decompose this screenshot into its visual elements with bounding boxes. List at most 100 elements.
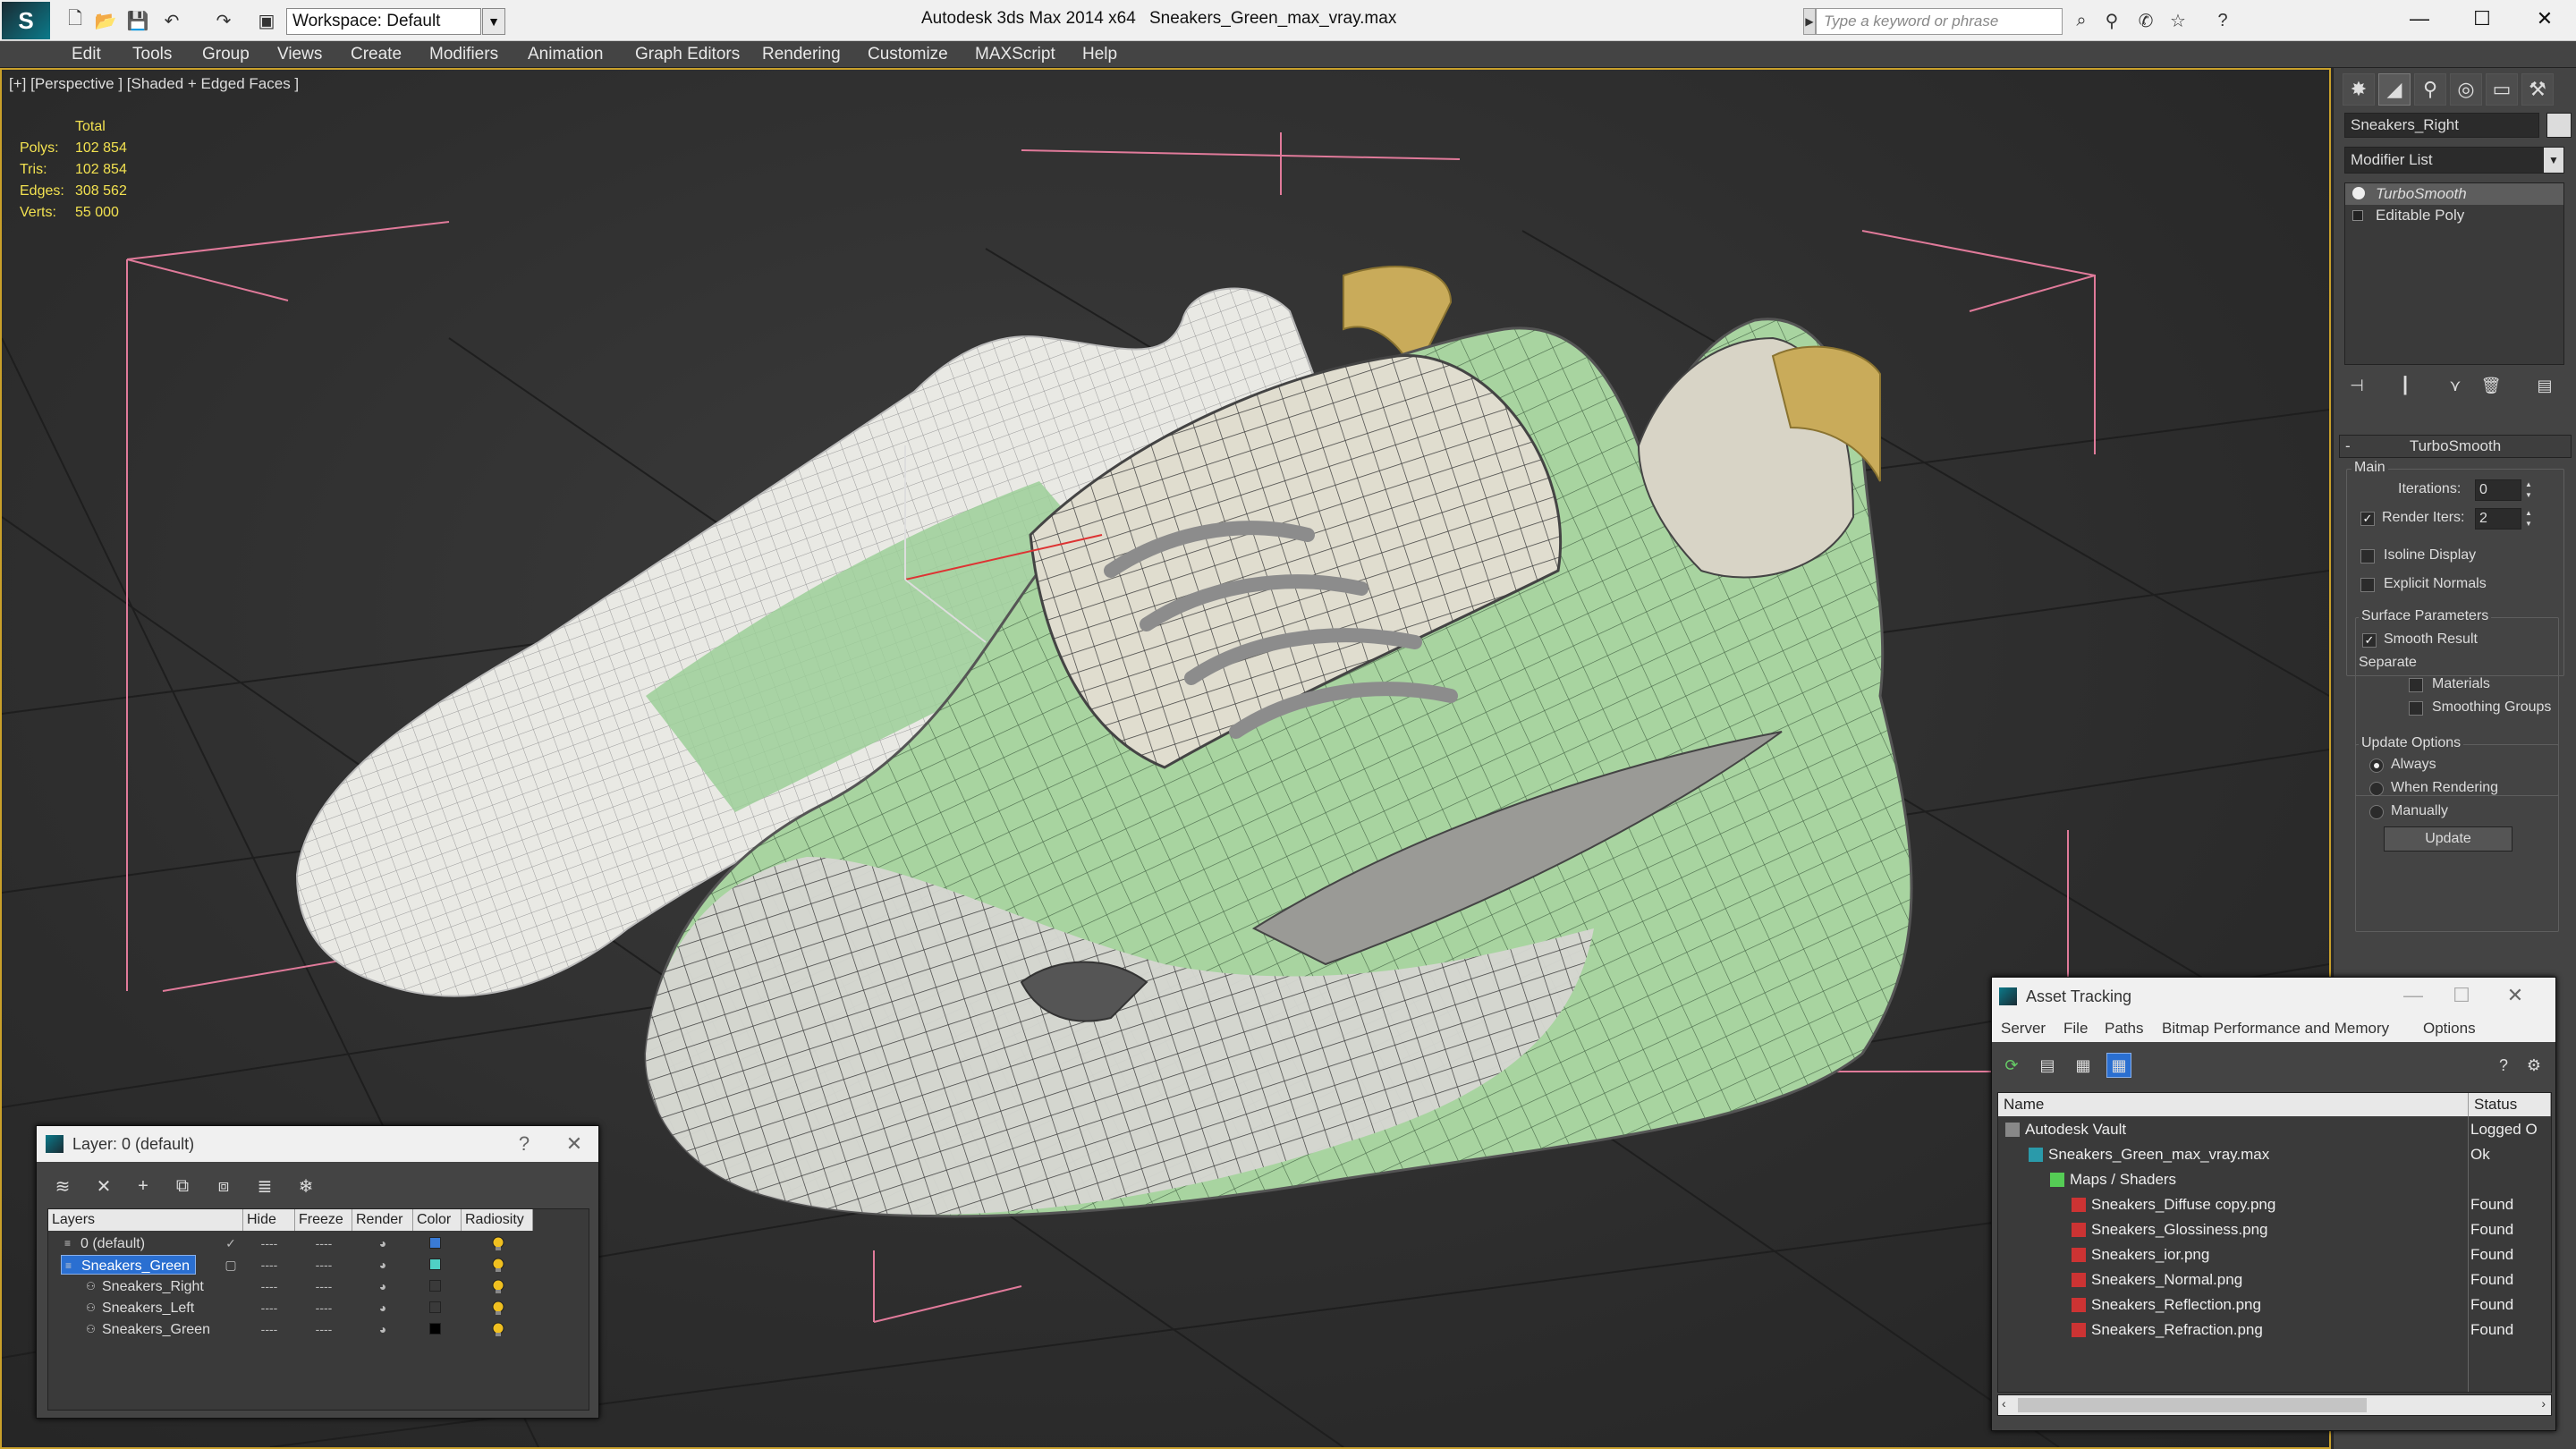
radiosity-lightbulb-icon[interactable] (490, 1235, 506, 1251)
when-rendering-radio[interactable] (2369, 782, 2384, 796)
menu-animation[interactable]: Animation (528, 45, 604, 64)
menu-graph-editors[interactable]: Graph Editors (635, 45, 740, 64)
radiosity-lightbulb-icon[interactable] (490, 1257, 506, 1273)
column-header-name[interactable]: Name (1998, 1093, 2469, 1116)
layer-row[interactable]: ≡ Sneakers_Green ▢ ---- ---- ◕ (48, 1254, 589, 1275)
render-iters-spinner[interactable]: 2 (2475, 508, 2521, 530)
workspace-dropdown[interactable]: Workspace: Default ▼ (286, 8, 505, 35)
menu-tools[interactable]: Tools (132, 45, 172, 64)
save-file-icon[interactable]: 💾 (125, 9, 150, 32)
undo-icon[interactable]: ↶ (159, 9, 184, 32)
layer-name[interactable]: ≡ Sneakers_Green (61, 1255, 196, 1275)
add-to-layer-icon[interactable]: + (130, 1173, 157, 1199)
list-view-icon[interactable]: ▤ (2035, 1053, 2060, 1078)
minimize-button[interactable]: — (2391, 978, 2436, 1013)
always-radio[interactable] (2369, 758, 2384, 773)
options-icon[interactable]: ⚙ (2521, 1053, 2546, 1078)
column-header-hide[interactable]: Hide (243, 1209, 295, 1231)
app-logo-icon[interactable]: S (2, 2, 50, 39)
layer-row[interactable]: ⚇ Sneakers_Left ---- ---- ◕ (48, 1297, 589, 1318)
render-teapot-icon[interactable]: ◕ (352, 1233, 413, 1254)
search-expand-icon[interactable]: ▶ (1803, 8, 1816, 35)
freeze-cell[interactable]: ---- (295, 1275, 352, 1297)
stack-item-turbosmooth[interactable]: TurboSmooth (2345, 183, 2563, 205)
freeze-cell[interactable]: ---- (295, 1233, 352, 1254)
maximize-button[interactable]: ☐ (2439, 978, 2484, 1013)
materials-checkbox[interactable] (2409, 678, 2423, 692)
asset-row[interactable]: Sneakers_Reflection.png Found (1998, 1293, 2551, 1317)
highlight-layer-icon[interactable]: ⧈ (210, 1173, 237, 1199)
pin-stack-icon[interactable]: ⊣ (2344, 374, 2369, 397)
hide-cell[interactable]: ---- (243, 1297, 295, 1318)
chevron-down-icon[interactable]: ▼ (482, 8, 505, 35)
render-teapot-icon[interactable]: ◕ (352, 1254, 413, 1275)
search-input[interactable]: Type a keyword or phrase (1816, 8, 2063, 35)
thumbnail-view-icon[interactable]: ▦ (2071, 1053, 2096, 1078)
menu-rendering[interactable]: Rendering (762, 45, 841, 64)
menu-edit[interactable]: Edit (72, 45, 101, 64)
layer-dialog-titlebar[interactable]: Layer: 0 (default) ? ✕ (37, 1126, 598, 1162)
radiosity-lightbulb-icon[interactable] (490, 1321, 506, 1337)
smooth-result-checkbox[interactable]: ✓ (2362, 633, 2377, 648)
open-file-icon[interactable]: 📂 (93, 9, 118, 32)
menu-paths[interactable]: Paths (2105, 1020, 2143, 1038)
layer-color-swatch[interactable] (429, 1301, 441, 1313)
modifier-list-dropdown[interactable]: Modifier List ▼ (2344, 147, 2564, 174)
menu-server[interactable]: Server (2001, 1020, 2046, 1038)
layer-row[interactable]: ⚇ Sneakers_Right ---- ---- ◕ (48, 1275, 589, 1297)
layer-name[interactable]: ≡ 0 (default) (61, 1233, 150, 1253)
asset-row[interactable]: Sneakers_Glossiness.png Found (1998, 1218, 2551, 1241)
close-button[interactable]: ✕ (552, 1126, 597, 1162)
minimize-button[interactable]: — (2388, 0, 2451, 38)
asset-tracking-titlebar[interactable]: Asset Tracking — ☐ ✕ (1992, 978, 2555, 1015)
asset-row[interactable]: Autodesk Vault Logged O (1998, 1118, 2551, 1141)
lightbulb-icon[interactable] (2352, 187, 2365, 199)
set-current-layer-icon[interactable]: ▢ (222, 1254, 240, 1275)
menu-help[interactable]: Help (1082, 45, 1117, 64)
iterations-spinner[interactable]: 0 (2475, 479, 2521, 501)
menu-maxscript[interactable]: MAXScript (975, 45, 1055, 64)
asset-row[interactable]: Sneakers_Green_max_vray.max Ok (1998, 1143, 2551, 1166)
layer-color-swatch[interactable] (429, 1323, 441, 1335)
layer-color-swatch[interactable] (429, 1258, 441, 1270)
asset-row[interactable]: Maps / Shaders (1998, 1168, 2551, 1191)
menu-create[interactable]: Create (351, 45, 402, 64)
utilities-tab-icon[interactable]: ⚒ (2521, 73, 2554, 106)
configure-sets-icon[interactable]: ▤ (2532, 374, 2557, 397)
layer-name[interactable]: ⚇ Sneakers_Green (82, 1319, 216, 1339)
radiosity-lightbulb-icon[interactable] (490, 1278, 506, 1294)
help-icon[interactable]: ? (2209, 9, 2236, 32)
communication-icon[interactable]: ✆ (2132, 9, 2159, 32)
viewport-label[interactable]: [+] [Perspective ] [Shaded + Edged Faces… (9, 75, 299, 93)
create-tab-icon[interactable]: ✸ (2343, 73, 2375, 106)
menu-options[interactable]: Options (2423, 1020, 2476, 1038)
spinner-arrows-icon[interactable]: ▲ ▼ (2523, 479, 2534, 501)
scroll-left-icon[interactable]: ‹ (2002, 1396, 2006, 1411)
turbosmooth-rollout-header[interactable]: - TurboSmooth (2339, 435, 2572, 458)
layer-name[interactable]: ⚇ Sneakers_Right (82, 1276, 209, 1296)
render-teapot-icon[interactable]: ◕ (352, 1275, 413, 1297)
render-teapot-icon[interactable]: ◕ (352, 1318, 413, 1340)
hide-cell[interactable]: ---- (243, 1254, 295, 1275)
asset-row[interactable]: Sneakers_Diffuse copy.png Found (1998, 1193, 2551, 1216)
close-button[interactable]: ✕ (2513, 0, 2576, 38)
remove-modifier-icon[interactable]: 🗑 (2479, 374, 2504, 397)
hide-cell[interactable]: ---- (243, 1318, 295, 1340)
create-layer-icon[interactable]: ≋ (49, 1173, 76, 1199)
delete-layer-icon[interactable]: ✕ (90, 1173, 117, 1199)
modify-tab-icon[interactable]: ◢ (2378, 73, 2411, 106)
menu-group[interactable]: Group (202, 45, 250, 64)
refresh-icon[interactable]: ⟳ (1999, 1053, 2024, 1078)
expand-icon[interactable] (2352, 210, 2363, 221)
scrollbar-thumb[interactable] (2018, 1398, 2367, 1412)
menu-file[interactable]: File (2063, 1020, 2088, 1038)
update-button[interactable]: Update (2384, 826, 2512, 852)
column-header-layers[interactable]: Layers (48, 1209, 243, 1231)
menu-bitmap-performance[interactable]: Bitmap Performance and Memory (2162, 1020, 2389, 1038)
freeze-cell[interactable]: ---- (295, 1318, 352, 1340)
chevron-down-icon[interactable]: ▼ (2544, 148, 2563, 173)
render-iters-checkbox[interactable]: ✓ (2360, 512, 2375, 526)
object-color-swatch[interactable] (2546, 113, 2572, 138)
explicit-normals-checkbox[interactable] (2360, 578, 2375, 592)
column-header-render[interactable]: Render (352, 1209, 413, 1231)
